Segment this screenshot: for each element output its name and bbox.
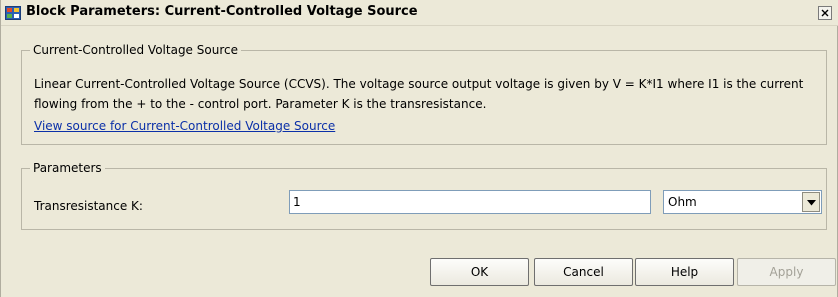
apply-button[interactable]: Apply [737,258,836,286]
title-bar[interactable]: Block Parameters: Current-Controlled Vol… [1,0,838,26]
transresistance-label: Transresistance K: [34,199,143,213]
close-button[interactable] [818,6,832,20]
close-icon [821,6,829,20]
ok-button[interactable]: OK [430,258,529,286]
unit-select-dropdown-button[interactable] [802,192,820,212]
unit-select-value: Ohm [668,195,697,209]
parameters-group-legend: Parameters [30,160,105,176]
help-button[interactable]: Help [635,258,734,286]
unit-select[interactable]: Ohm [663,190,822,214]
chevron-down-icon [806,195,816,209]
dialog-window: Block Parameters: Current-Controlled Vol… [0,0,838,297]
transresistance-input[interactable] [289,190,651,214]
block-description: Linear Current-Controlled Voltage Source… [34,77,804,111]
description-group-legend: Current-Controlled Voltage Source [30,42,241,58]
window-title: Block Parameters: Current-Controlled Vol… [26,4,418,19]
cancel-button[interactable]: Cancel [534,258,633,286]
view-source-link[interactable]: View source for Current-Controlled Volta… [34,118,335,134]
simulink-block-icon [5,6,21,20]
